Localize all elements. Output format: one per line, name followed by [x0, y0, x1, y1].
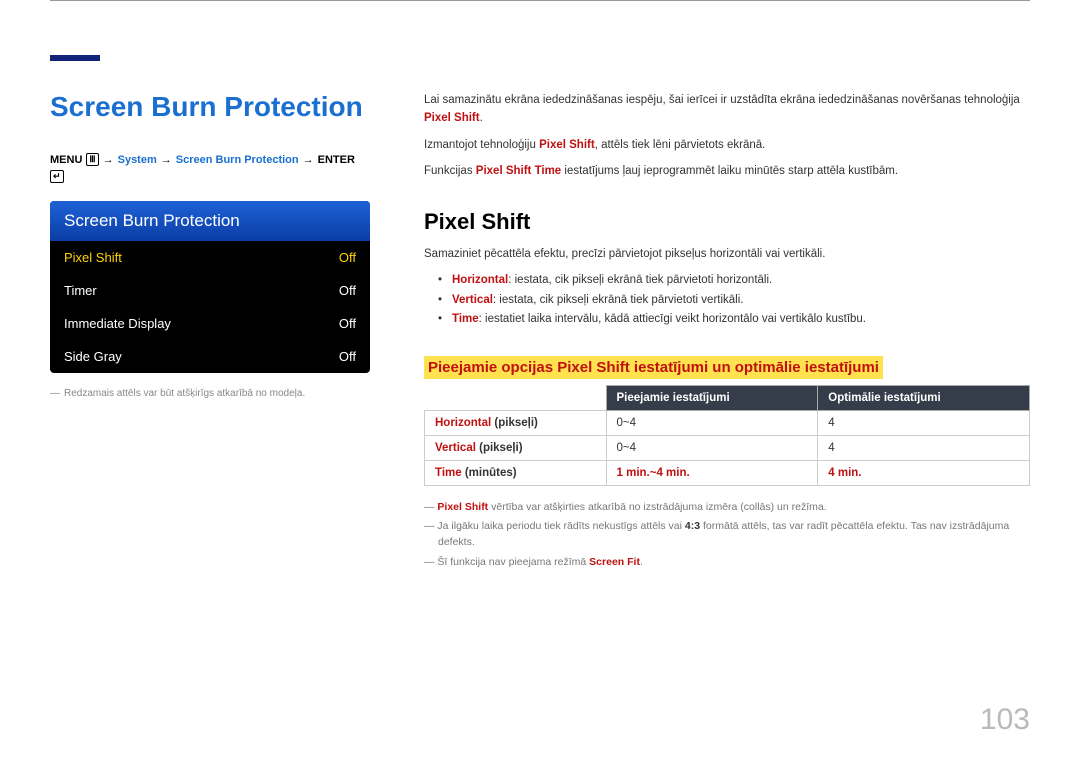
bc-menu: MENU — [50, 154, 82, 166]
note-red: Screen Fit — [589, 556, 640, 568]
arrow-icon: → — [103, 154, 114, 166]
highlight-term: Pixel Shift — [539, 139, 595, 151]
intro-p3: Funkcijas Pixel Shift Time iestatījums ļ… — [424, 162, 1030, 180]
note-text: Šī funkcija nav pieejama režīmā — [437, 556, 589, 568]
osd-value: Off — [339, 349, 356, 364]
osd-label: Timer — [64, 283, 97, 298]
table-heading: Pieejamie opcijas Pixel Shift iestatījum… — [424, 356, 883, 379]
osd-label: Immediate Display — [64, 316, 171, 331]
osd-value: Off — [339, 316, 356, 331]
bullet-text: : iestata, cik pikseļi ekrānā tiek pārvi… — [493, 294, 744, 306]
cell-available: 0~4 — [606, 410, 818, 435]
cell-label-red: Time — [435, 467, 462, 479]
note-text: Ja ilgāku laika periodu tiek rādīts neku… — [437, 520, 684, 532]
bullet-text: : iestata, cik pikseļi ekrānā tiek pārvi… — [508, 274, 772, 286]
dash-icon: ― — [424, 556, 435, 568]
col-optimal: Optimālie iestatījumi — [818, 385, 1030, 410]
col-available: Pieejamie iestatījumi — [606, 385, 818, 410]
osd-row-side-gray[interactable]: Side Gray Off — [50, 340, 370, 373]
osd-row-pixel-shift[interactable]: Pixel Shift Off — [50, 241, 370, 274]
note-1: ― Pixel Shift vērtība var atšķirties atk… — [424, 500, 1030, 516]
menu-icon: Ⅲ — [86, 153, 98, 166]
note-bold: 4:3 — [685, 520, 700, 532]
bullet-list: Horizontal: iestata, cik pikseļi ekrānā … — [424, 271, 1030, 330]
bullet-term: Horizontal — [452, 274, 508, 286]
bc-enter: ENTER — [318, 154, 355, 166]
note-text: vērtība var atšķirties atkarībā no izstr… — [488, 501, 826, 513]
arrow-icon: → — [161, 154, 172, 166]
bullet-time: Time: iestatiet laika intervālu, kādā at… — [452, 310, 1030, 330]
note-2: ― Ja ilgāku laika periodu tiek rādīts ne… — [424, 519, 1030, 551]
footnotes: ― Pixel Shift vērtība var atšķirties atk… — [424, 500, 1030, 571]
dash-icon: ― — [50, 388, 60, 399]
text: iestatījums ļauj ieprogrammēt laiku minū… — [561, 165, 898, 177]
arrow-icon: → — [303, 154, 314, 166]
dash-icon: ― — [424, 501, 435, 513]
note-text: . — [640, 556, 643, 568]
cell-optimal: 4 min. — [818, 460, 1030, 485]
page-title: Screen Burn Protection — [50, 91, 370, 123]
osd-row-timer[interactable]: Timer Off — [50, 274, 370, 307]
cell-available: 0~4 — [606, 435, 818, 460]
table-row: Horizontal (pikseļi) 0~4 4 — [425, 410, 1030, 435]
cell-available: 1 min.~4 min. — [606, 460, 818, 485]
text: , attēls tiek lēni pārvietots ekrānā. — [595, 139, 766, 151]
bc-sbp: Screen Burn Protection — [176, 154, 299, 166]
osd-value: Off — [339, 283, 356, 298]
enter-icon: ↵ — [50, 170, 64, 183]
text: Funkcijas — [424, 165, 476, 177]
cell-label-rest: (pikseļi) — [491, 417, 538, 429]
text: . — [480, 112, 483, 124]
cell-label-rest: (minūtes) — [462, 467, 517, 479]
text: Lai samazinātu ekrāna iededzināšanas ies… — [424, 94, 1020, 106]
osd-title: Screen Burn Protection — [50, 201, 370, 241]
intro-p1: Lai samazinātu ekrāna iededzināšanas ies… — [424, 91, 1030, 128]
osd-label: Pixel Shift — [64, 250, 122, 265]
osd-label: Side Gray — [64, 349, 122, 364]
section-pixel-shift-title: Pixel Shift — [424, 209, 1030, 235]
text: Izmantojot tehnoloģiju — [424, 139, 539, 151]
note-3: ― Šī funkcija nav pieejama režīmā Screen… — [424, 555, 1030, 571]
highlight-term: Pixel Shift — [424, 112, 480, 124]
table-row: Time (minūtes) 1 min.~4 min. 4 min. — [425, 460, 1030, 485]
accent-bar — [50, 55, 100, 61]
intro-p2: Izmantojot tehnoloģiju Pixel Shift, attē… — [424, 136, 1030, 154]
table-row: Vertical (pikseļi) 0~4 4 — [425, 435, 1030, 460]
osd-row-immediate-display[interactable]: Immediate Display Off — [50, 307, 370, 340]
table-header-row: Pieejamie iestatījumi Optimālie iestatīj… — [425, 385, 1030, 410]
breadcrumb: MENU Ⅲ → System → Screen Burn Protection… — [50, 153, 370, 183]
dash-icon: ― — [424, 520, 435, 532]
cell-optimal: 4 — [818, 435, 1030, 460]
bullet-vertical: Vertical: iestata, cik pikseļi ekrānā ti… — [452, 291, 1030, 311]
osd-footnote: ― Redzamais attēls var būt atšķirīgs atka… — [50, 387, 370, 401]
cell-label-red: Vertical — [435, 442, 476, 454]
bullet-term: Time — [452, 313, 479, 325]
settings-table: Pieejamie iestatījumi Optimālie iestatīj… — [424, 385, 1030, 486]
highlight-term: Pixel Shift Time — [476, 165, 561, 177]
bullet-horizontal: Horizontal: iestata, cik pikseļi ekrānā … — [452, 271, 1030, 291]
cell-optimal: 4 — [818, 410, 1030, 435]
bullet-text: : iestatiet laika intervālu, kādā attiec… — [479, 313, 866, 325]
osd-footnote-text: Redzamais attēls var būt atšķirīgs atkar… — [64, 388, 305, 399]
page-number: 103 — [980, 703, 1030, 737]
section-lead: Samaziniet pēcattēla efektu, precīzi pār… — [424, 245, 1030, 263]
note-red: Pixel Shift — [437, 501, 488, 513]
bullet-term: Vertical — [452, 294, 493, 306]
osd-value: Off — [339, 250, 356, 265]
osd-panel: Screen Burn Protection Pixel Shift Off T… — [50, 201, 370, 373]
cell-label-red: Horizontal — [435, 417, 491, 429]
bc-system: System — [118, 154, 157, 166]
cell-label-rest: (pikseļi) — [476, 442, 523, 454]
